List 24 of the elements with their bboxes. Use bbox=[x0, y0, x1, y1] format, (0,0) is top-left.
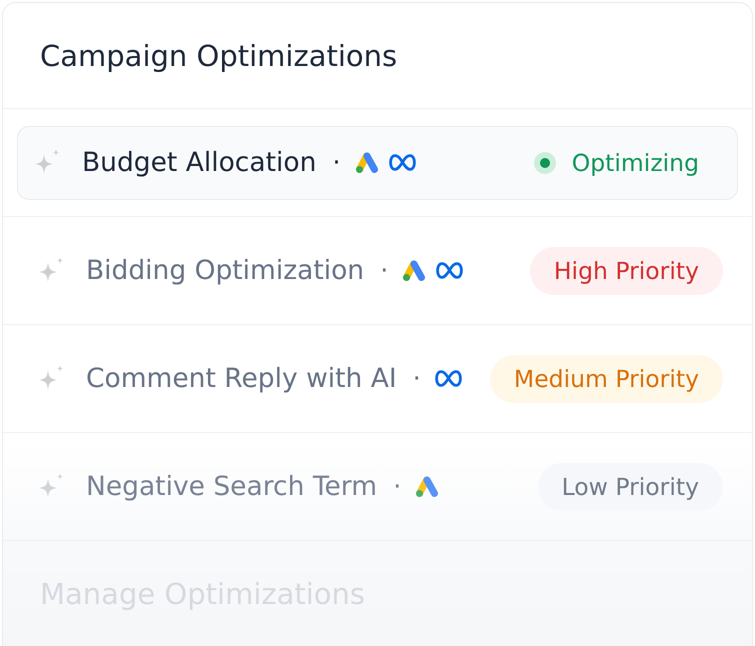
card-title: Campaign Optimizations bbox=[40, 38, 398, 72]
status-label: Optimizing bbox=[572, 148, 699, 176]
priority-badge: Medium Priority bbox=[490, 354, 723, 402]
status-dot-icon bbox=[534, 152, 556, 174]
optimization-item[interactable]: Comment Reply with AI · Medium Priority bbox=[17, 342, 738, 416]
optimization-name: Comment Reply with AI bbox=[86, 363, 397, 394]
a-logo-icon bbox=[415, 476, 440, 498]
infinity-icon bbox=[434, 370, 462, 387]
optimization-item[interactable]: Negative Search Term · Low Priority bbox=[17, 450, 738, 524]
optimization-name: Bidding Optimization bbox=[86, 255, 364, 286]
optimization-item[interactable]: Bidding Optimization · High Priority bbox=[17, 234, 738, 308]
separator: · bbox=[412, 364, 421, 394]
priority-badge: High Priority bbox=[530, 246, 723, 294]
separator: · bbox=[393, 472, 402, 502]
separator: · bbox=[332, 148, 341, 178]
optimization-name: Negative Search Term bbox=[86, 471, 378, 502]
separator: · bbox=[380, 256, 388, 286]
infinity-icon bbox=[436, 262, 464, 279]
a-logo-icon bbox=[402, 260, 426, 282]
infinity-icon bbox=[388, 154, 416, 171]
optimization-item[interactable]: Budget Allocation · Optimizing bbox=[17, 126, 738, 200]
a-logo-icon bbox=[354, 152, 379, 174]
priority-badge: Low Priority bbox=[538, 462, 723, 510]
optimization-name: Budget Allocation bbox=[82, 147, 316, 178]
